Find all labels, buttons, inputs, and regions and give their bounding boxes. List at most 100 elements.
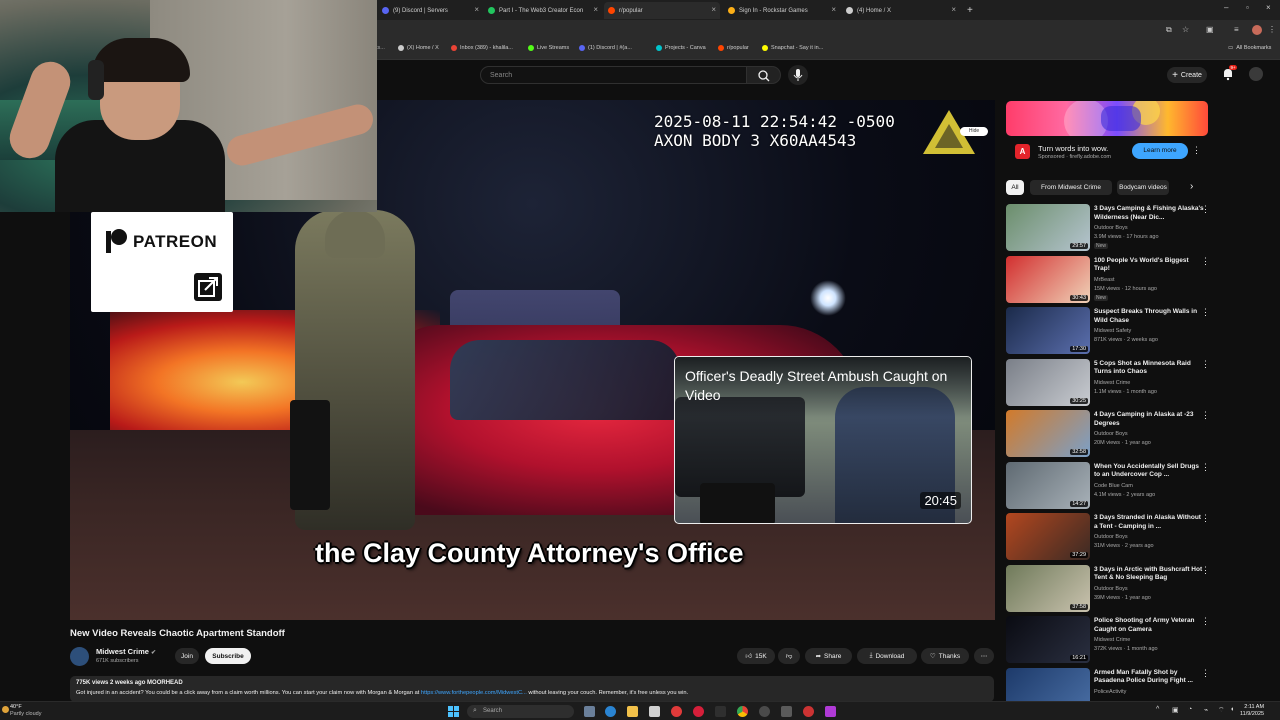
recommendation-item[interactable]: 37:29 3 Days Stranded in Alaska Without a…	[1006, 513, 1216, 561]
chip-bodycam-videos[interactable]: Bodycam videos	[1117, 180, 1169, 195]
extensions-icon[interactable]: ▣	[1206, 25, 1214, 34]
file-explorer-icon[interactable]	[627, 706, 638, 717]
description-link[interactable]: https://www.forthepeople.com/MidwestC...	[421, 690, 527, 696]
video-thumbnail[interactable]: 37:58	[1006, 564, 1090, 612]
recommendation-channel[interactable]: Outdoor Boys	[1094, 586, 1128, 592]
profile-avatar[interactable]	[1252, 25, 1262, 35]
recommendation-channel[interactable]: Midwest Crime	[1094, 637, 1130, 643]
notifications-button[interactable]: 9+	[1221, 65, 1238, 86]
recommendation-title[interactable]: When You Accidentally Sell Drugs to an U…	[1094, 463, 1206, 480]
more-actions-button[interactable]: ⋯	[974, 648, 994, 664]
search-input[interactable]: Search	[480, 66, 747, 84]
more-options-icon[interactable]: ⋮	[1201, 410, 1210, 421]
window-close-icon[interactable]: ×	[1266, 3, 1271, 12]
recommendation-channel[interactable]: Outdoor Boys	[1094, 225, 1128, 231]
join-button[interactable]: Join	[175, 648, 199, 664]
video-thumbnail[interactable]: 32:58	[1006, 410, 1090, 457]
recommendation-title[interactable]: 100 People Vs World's Biggest Trap!	[1094, 257, 1206, 274]
dislike-button[interactable]: 👎︎	[778, 648, 800, 664]
recommendation-title[interactable]: Suspect Breaks Through Walls in Wild Cha…	[1094, 308, 1206, 325]
volume-icon[interactable]: ◖	[1230, 706, 1234, 713]
system-clock[interactable]: 2:11 AM 11/9/2025	[1240, 704, 1264, 718]
description-box[interactable]: 775K views 2 weeks ago MOORHEAD Got inju…	[70, 676, 994, 702]
subscribe-button[interactable]: Subscribe	[205, 648, 251, 664]
close-icon[interactable]: ×	[593, 5, 598, 14]
recommendation-title[interactable]: 3 Days Stranded in Alaska Without a Tent…	[1094, 514, 1206, 531]
app-icon-gray[interactable]	[781, 706, 792, 717]
recommendation-channel[interactable]: Code Blue Cam	[1094, 483, 1133, 489]
learn-more-button[interactable]: Learn more	[1132, 143, 1188, 159]
video-thumbnail[interactable]: 30:25	[1006, 358, 1090, 406]
more-options-icon[interactable]: ⋮	[1201, 307, 1210, 318]
bookmark-reddit[interactable]: r/popular	[718, 45, 749, 51]
close-icon[interactable]: ×	[951, 5, 956, 14]
tray-app-icon[interactable]: ▣	[1172, 706, 1179, 714]
recommendation-item[interactable]: 16:21 Police Shooting of Army Veteran Cau…	[1006, 616, 1216, 664]
video-thumbnail[interactable]: 16:21	[1006, 616, 1090, 663]
chip-from-channel[interactable]: From Midwest Crime	[1030, 180, 1112, 195]
recommendation-title[interactable]: 4 Days Camping in Alaska at -23 Degrees	[1094, 411, 1206, 428]
account-avatar[interactable]	[1249, 67, 1263, 81]
more-options-icon[interactable]: ⋮	[1201, 513, 1210, 524]
bookmark-live-streams[interactable]: Live Streams	[528, 45, 569, 51]
new-tab-button[interactable]: +	[963, 2, 977, 19]
more-options-icon[interactable]: ⋮	[1201, 204, 1210, 215]
more-options-icon[interactable]: ⋮	[1201, 565, 1210, 576]
more-options-icon[interactable]: ⋮	[1201, 256, 1210, 267]
recommendation-title[interactable]: 3 Days in Arctic with Bushcraft Hot Tent…	[1094, 566, 1206, 583]
taskbar-search[interactable]: ⌕ Search	[467, 705, 574, 718]
tray-usb-icon[interactable]: ⌁	[1204, 706, 1208, 714]
settings-gear-icon[interactable]	[759, 706, 770, 717]
create-button[interactable]: + Create	[1167, 67, 1207, 83]
recommendation-channel[interactable]: Outdoor Boys	[1094, 431, 1128, 437]
more-options-icon[interactable]: ⋮	[1192, 145, 1201, 156]
close-icon[interactable]: ×	[711, 5, 716, 14]
recommendation-item[interactable]: 29:57 3 Days Camping & Fishing Alaska's W…	[1006, 204, 1216, 252]
video-thumbnail[interactable]: 17:30	[1006, 307, 1090, 354]
recommendation-channel[interactable]: Midwest Safety	[1094, 328, 1131, 334]
recommendation-title[interactable]: Police Shooting of Army Veteran Caught o…	[1094, 617, 1206, 634]
bookmark-overflow[interactable]: ts...	[376, 45, 385, 51]
windows-start-icon[interactable]	[448, 706, 459, 717]
minimize-icon[interactable]: –	[1224, 3, 1228, 12]
video-thumbnail[interactable]: 30:43	[1006, 255, 1090, 303]
close-icon[interactable]: ×	[831, 5, 836, 14]
share-button[interactable]: ➦ Share	[805, 648, 852, 664]
tab-reddit[interactable]: r/popular ×	[604, 2, 720, 19]
bookmark-x[interactable]: (X) Home / X	[398, 45, 439, 51]
app-icon-red[interactable]	[671, 706, 682, 717]
edge-icon[interactable]	[605, 706, 616, 717]
chrome-icon[interactable]	[737, 706, 748, 717]
recommendation-item[interactable]: 14:27 When You Accidentally Sell Drugs to…	[1006, 461, 1216, 510]
hide-button[interactable]: Hide	[960, 127, 988, 136]
bookmark-snapchat[interactable]: Snapchat - Say it in...	[762, 45, 823, 51]
recommendation-item[interactable]: 37:58 3 Days in Arctic with Bushcraft Hot…	[1006, 564, 1216, 613]
recommendation-title[interactable]: Armed Man Fatally Shot by Pasadena Polic…	[1094, 669, 1206, 686]
store-icon[interactable]	[649, 706, 660, 717]
voice-search-button[interactable]	[788, 65, 808, 85]
recommendation-title[interactable]: 3 Days Camping & Fishing Alaska's Wilder…	[1094, 205, 1206, 222]
recommendation-channel[interactable]: PoliceActivity	[1094, 689, 1126, 695]
sponsored-ad-banner[interactable]	[1006, 101, 1208, 136]
recommendation-title[interactable]: 5 Cops Shot as Minnesota Raid Turns into…	[1094, 360, 1206, 377]
star-icon[interactable]: ☆	[1182, 25, 1189, 34]
like-button[interactable]: 👍︎ 15K	[737, 648, 775, 664]
recommendation-item[interactable]: 32:58 4 Days Camping in Alaska at -23 Deg…	[1006, 410, 1216, 458]
app-icon-dark[interactable]	[715, 706, 726, 717]
weather-widget[interactable]: 40°F Partly cloudy	[10, 704, 42, 718]
recommendation-channel[interactable]: Midwest Crime	[1094, 380, 1130, 386]
chip-all[interactable]: All	[1006, 180, 1024, 195]
channel-avatar[interactable]	[70, 647, 89, 666]
tray-network-icon[interactable]: ◔	[1188, 706, 1192, 713]
recommendation-channel[interactable]: Outdoor Boys	[1094, 534, 1128, 540]
chevron-right-icon[interactable]: ›	[1190, 181, 1193, 192]
video-thumbnail[interactable]: 14:27	[1006, 461, 1090, 509]
app-icon-opera[interactable]	[693, 706, 704, 717]
recommendation-item[interactable]: 30:25 5 Cops Shot as Minnesota Raid Turns…	[1006, 358, 1216, 407]
recommendation-item[interactable]: 17:30 Suspect Breaks Through Walls in Wil…	[1006, 307, 1216, 355]
all-bookmarks[interactable]: ▭ All Bookmarks	[1228, 45, 1271, 51]
menu-icon[interactable]: ≡	[1234, 25, 1239, 34]
cast-icon[interactable]: ⧉	[1166, 25, 1172, 35]
tab-web3[interactable]: Part I - The Web3 Creator Econ ×	[484, 2, 602, 19]
more-options-icon[interactable]: ⋮	[1268, 25, 1276, 34]
